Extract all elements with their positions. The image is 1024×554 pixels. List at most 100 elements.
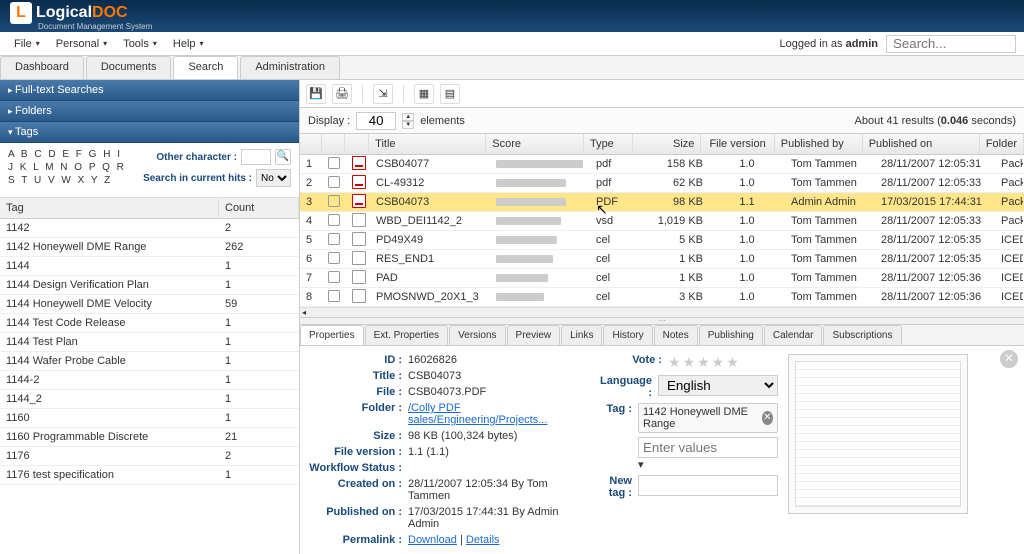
tag-values-input[interactable] — [638, 437, 778, 458]
display-count-input[interactable] — [356, 112, 396, 130]
download-link[interactable]: Download — [408, 534, 457, 546]
table-row[interactable]: 5PD49X49cel5 KB1.0Tom Tammen28/11/2007 1… — [300, 231, 1024, 250]
menu-file[interactable]: File — [8, 36, 46, 52]
app-header: L LogicalDOC Document Management System — [0, 0, 1024, 32]
search-hits-select[interactable]: No — [256, 169, 291, 187]
tag-row[interactable]: 1144_21 — [0, 390, 299, 409]
table-row[interactable]: 7PADcel1 KB1.0Tom Tammen28/11/2007 12:05… — [300, 269, 1024, 288]
prop-workflow — [408, 462, 588, 474]
row-checkbox[interactable] — [328, 252, 340, 264]
tag-row[interactable]: 11441 — [0, 257, 299, 276]
row-checkbox[interactable] — [328, 271, 340, 283]
col-type[interactable]: Type — [584, 134, 633, 154]
view-list-icon[interactable]: ▦ — [414, 84, 434, 104]
row-checkbox[interactable] — [328, 157, 340, 169]
table-row[interactable]: 4WBD_DEI1142_2vsd1,019 KB1.0Tom Tammen28… — [300, 212, 1024, 231]
display-stepper[interactable]: ▲▼ — [402, 113, 414, 129]
detail-tabs: PropertiesExt. PropertiesVersionsPreview… — [300, 325, 1024, 346]
row-checkbox[interactable] — [328, 195, 340, 207]
detail-tab-publishing[interactable]: Publishing — [699, 325, 763, 345]
menu-help[interactable]: Help — [167, 36, 210, 52]
file-icon — [352, 270, 366, 284]
row-checkbox[interactable] — [328, 290, 340, 302]
file-icon — [352, 156, 366, 170]
col-score[interactable]: Score — [486, 134, 584, 154]
tag-table-header: Tag Count — [0, 198, 299, 219]
search-icon[interactable]: 🔍 — [275, 149, 291, 165]
menu-tools[interactable]: Tools — [117, 36, 163, 52]
table-row[interactable]: 1CSB04077pdf158 KB1.0Tom Tammen28/11/200… — [300, 155, 1024, 174]
prop-created: 28/11/2007 12:05:34 By Tom Tammen — [408, 478, 588, 502]
view-grid-icon[interactable]: ▤ — [440, 84, 460, 104]
detail-tab-versions[interactable]: Versions — [449, 325, 505, 345]
language-select[interactable]: English — [658, 375, 778, 396]
col-size[interactable]: Size — [633, 134, 701, 154]
prop-title: CSB04073 — [408, 370, 588, 382]
table-row[interactable]: 2CL-49312pdf62 KB1.0Tom Tammen28/11/2007… — [300, 174, 1024, 193]
accordion-folders[interactable]: Folders — [0, 101, 299, 122]
close-icon[interactable]: ✕ — [1000, 350, 1018, 368]
detail-tab-ext-properties[interactable]: Ext. Properties — [365, 325, 449, 345]
global-search-input[interactable] — [886, 35, 1016, 53]
tag-row[interactable]: 1176 test specification1 — [0, 466, 299, 485]
tag-row[interactable]: 1142 Honeywell DME Range262 — [0, 238, 299, 257]
chevron-down-icon[interactable]: ▾ — [638, 459, 644, 471]
tag-row[interactable]: 1144 Test Plan1 — [0, 333, 299, 352]
detail-tab-history[interactable]: History — [603, 325, 652, 345]
tab-documents[interactable]: Documents — [86, 56, 172, 79]
menu-personal[interactable]: Personal — [50, 36, 113, 52]
tag-row[interactable]: 1160 Programmable Discrete21 — [0, 428, 299, 447]
prop-file: CSB04073.PDF — [408, 386, 588, 398]
details-link[interactable]: Details — [466, 534, 500, 546]
tag-row[interactable]: 1144 Design Verification Plan1 — [0, 276, 299, 295]
detail-tab-notes[interactable]: Notes — [654, 325, 698, 345]
table-row[interactable]: 8PMOSNWD_20X1_3cel3 KB1.0Tom Tammen28/11… — [300, 288, 1024, 307]
tab-administration[interactable]: Administration — [240, 56, 340, 79]
prop-id: 16026826 — [408, 354, 588, 366]
row-checkbox[interactable] — [328, 214, 340, 226]
print-icon[interactable]: 🖨 — [332, 84, 352, 104]
accordion-fulltext[interactable]: Full-text Searches — [0, 80, 299, 101]
detail-tab-properties[interactable]: Properties — [300, 325, 364, 345]
col-file-version[interactable]: File version — [701, 134, 774, 154]
detail-tab-links[interactable]: Links — [561, 325, 602, 345]
col-folder[interactable]: Folder — [980, 134, 1024, 154]
save-icon[interactable]: 💾 — [306, 84, 326, 104]
detail-tab-calendar[interactable]: Calendar — [764, 325, 823, 345]
remove-tag-icon[interactable]: ✕ — [762, 411, 773, 425]
detail-tab-subscriptions[interactable]: Subscriptions — [823, 325, 901, 345]
prop-file-version: 1.1 (1.1) — [408, 446, 588, 458]
tag-row[interactable]: 1144-21 — [0, 371, 299, 390]
split-resizer[interactable]: ⋯ — [300, 317, 1024, 325]
table-row[interactable]: 6RES_END1cel1 KB1.0Tom Tammen28/11/2007 … — [300, 250, 1024, 269]
accordion-tags[interactable]: Tags — [0, 122, 299, 143]
prop-published: 17/03/2015 17:44:31 By Admin Admin — [408, 506, 588, 530]
tag-row[interactable]: 11762 — [0, 447, 299, 466]
other-char-input[interactable] — [241, 149, 271, 165]
toolbar: 💾 🖨 ⇲ ▦ ▤ — [300, 80, 1024, 108]
prop-folder-link[interactable]: /Colly PDF sales/Engineering/Projects... — [408, 402, 547, 426]
col-title[interactable]: Title — [369, 134, 486, 154]
tag-row[interactable]: 1144 Honeywell DME Velocity59 — [0, 295, 299, 314]
tab-search[interactable]: Search — [173, 56, 238, 79]
table-row[interactable]: 3CSB04073PDF98 KB1.1Admin Admin17/03/201… — [300, 193, 1024, 212]
file-icon — [352, 213, 366, 227]
detail-tab-preview[interactable]: Preview — [507, 325, 561, 345]
tag-row[interactable]: 11601 — [0, 409, 299, 428]
tag-row[interactable]: 1144 Wafer Probe Cable1 — [0, 352, 299, 371]
row-checkbox[interactable] — [328, 176, 340, 188]
main-tabs: DashboardDocumentsSearchAdministration — [0, 56, 1024, 80]
file-icon — [352, 289, 366, 303]
horizontal-scrollbar[interactable] — [300, 307, 1024, 317]
tab-dashboard[interactable]: Dashboard — [0, 56, 84, 79]
col-published-on[interactable]: Published on — [863, 134, 980, 154]
file-icon — [352, 175, 366, 189]
col-published-by[interactable]: Published by — [775, 134, 863, 154]
new-tag-input[interactable] — [638, 475, 778, 496]
tag-row[interactable]: 11422 — [0, 219, 299, 238]
tag-row[interactable]: 1144 Test Code Release1 — [0, 314, 299, 333]
export-icon[interactable]: ⇲ — [373, 84, 393, 104]
row-checkbox[interactable] — [328, 233, 340, 245]
vote-stars[interactable]: ★★★★★ — [668, 354, 778, 371]
document-thumbnail[interactable] — [788, 354, 968, 514]
